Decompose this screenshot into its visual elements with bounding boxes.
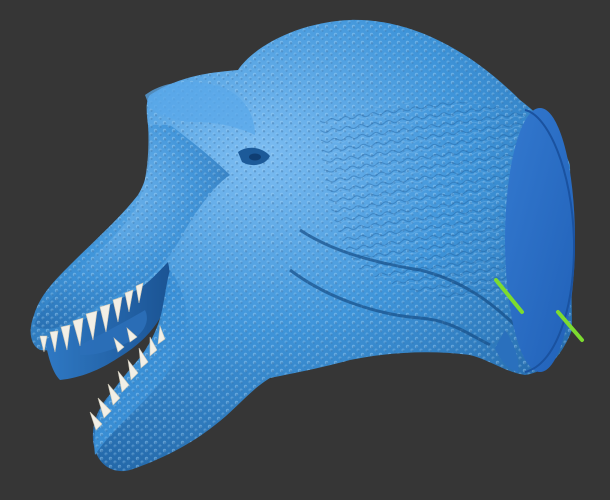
model-canvas[interactable] xyxy=(0,0,610,500)
eye-icon xyxy=(249,153,261,161)
neck-cut-face xyxy=(505,108,575,372)
dinosaur-head-model[interactable] xyxy=(30,19,576,472)
3d-viewport[interactable] xyxy=(0,0,610,500)
